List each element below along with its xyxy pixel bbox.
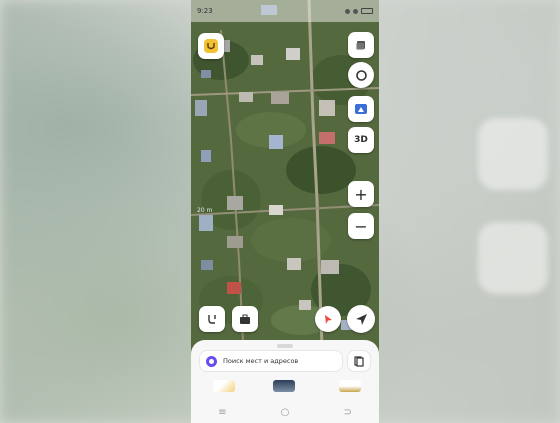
route-button[interactable]	[199, 306, 225, 332]
briefcase-icon	[240, 314, 250, 324]
back-icon[interactable]: ⊃	[344, 407, 352, 418]
route-icon	[208, 315, 216, 324]
category-shortcut[interactable]	[273, 380, 295, 392]
profile-badge-button[interactable]	[198, 33, 224, 59]
navigate-button[interactable]	[347, 305, 375, 333]
category-shortcut[interactable]	[339, 380, 361, 392]
zoom-out-icon: −	[354, 216, 368, 236]
screen-recording-frame: 9:23 20 m 3D + − Поиск мест и адресов ≡ …	[0, 0, 560, 423]
layers-button[interactable]	[348, 32, 374, 58]
location-pin-icon	[325, 315, 332, 324]
bookmarks-icon	[354, 355, 364, 367]
signal-icon	[345, 8, 350, 14]
panorama-button[interactable]	[348, 96, 374, 122]
menu-icon[interactable]: ≡	[218, 407, 226, 418]
3d-button[interactable]: 3D	[348, 127, 374, 153]
wifi-icon	[353, 8, 358, 14]
status-icons	[345, 8, 373, 14]
3d-label: 3D	[354, 135, 368, 145]
category-shortcuts	[191, 380, 379, 398]
system-nav-bar: ≡ ○ ⊃	[191, 402, 379, 423]
blurred-zoom-in-reflection	[478, 118, 548, 190]
profile-badge-icon	[204, 39, 218, 53]
rotate-button[interactable]	[348, 62, 374, 88]
search-placeholder: Поиск мест и адресов	[223, 357, 299, 365]
bottom-sheet: Поиск мест и адресов ≡ ○ ⊃	[191, 340, 379, 423]
category-shortcut[interactable]	[213, 380, 235, 392]
blurred-zoom-out-reflection	[478, 222, 548, 294]
saved-places-button[interactable]	[232, 306, 258, 332]
phone-screen: 9:23 20 m 3D + − Поиск мест и адресов ≡ …	[191, 0, 379, 423]
panorama-icon	[355, 104, 367, 114]
sheet-drag-handle[interactable]	[277, 344, 293, 348]
alice-assistant-icon[interactable]	[206, 355, 217, 367]
search-bar[interactable]: Поиск мест и адресов	[199, 350, 343, 372]
navigation-arrow-icon	[355, 313, 367, 325]
rotate-icon	[355, 69, 367, 81]
status-bar: 9:23	[191, 0, 379, 22]
layers-icon	[356, 41, 365, 50]
zoom-in-button[interactable]: +	[348, 181, 374, 207]
zoom-in-icon: +	[354, 184, 368, 204]
battery-icon	[361, 8, 373, 14]
status-time: 9:23	[197, 7, 213, 15]
home-icon[interactable]: ○	[281, 407, 290, 418]
map-scale-label: 20 m	[197, 207, 213, 214]
zoom-out-button[interactable]: −	[348, 213, 374, 239]
drop-pin-button[interactable]	[315, 306, 341, 332]
bookmarks-button[interactable]	[347, 350, 371, 372]
